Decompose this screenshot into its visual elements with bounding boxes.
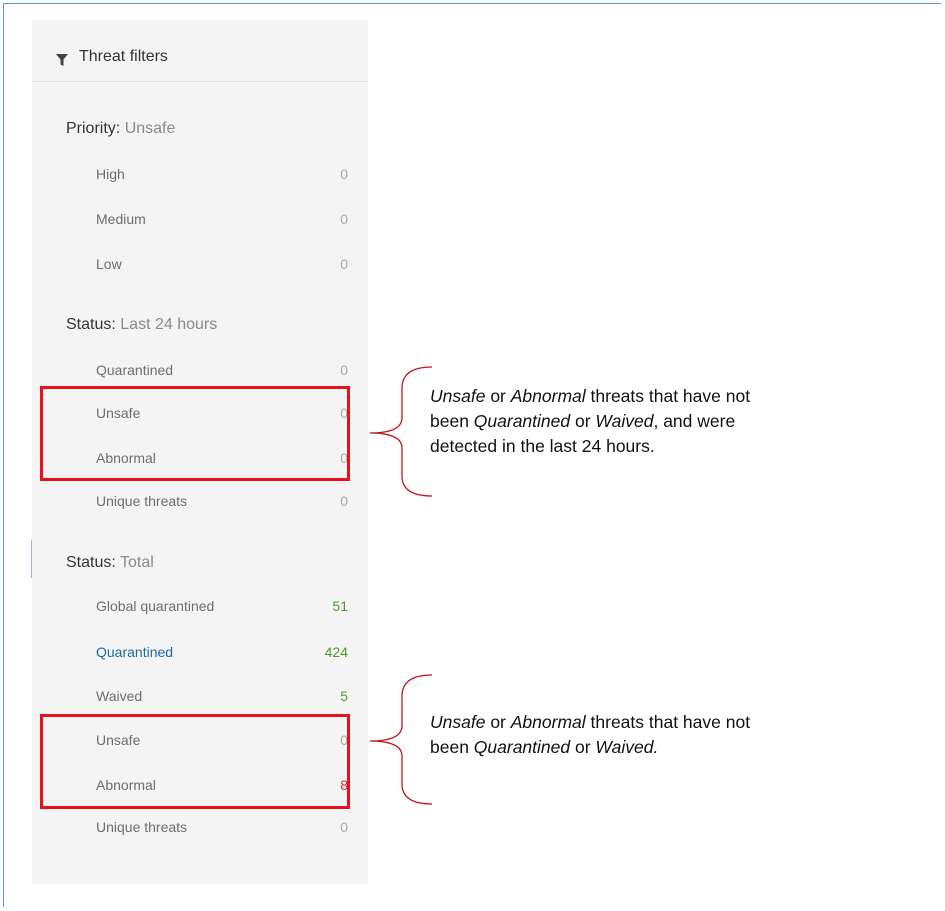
filter-label: Quarantined <box>96 362 174 378</box>
note-text: been <box>430 737 474 757</box>
section-label: Status: <box>66 554 116 571</box>
note-line: detected in the last 24 hours. <box>430 436 655 456</box>
brace-bracket-total <box>369 674 433 805</box>
filter-row-waived[interactable]: Waived 5 <box>66 676 348 716</box>
note-term: Abnormal <box>510 386 586 406</box>
filter-row-high[interactable]: High 0 <box>66 154 348 194</box>
annotation-note-24h: Unsafe or Abnormal threats that have not… <box>430 384 870 459</box>
filter-row-low[interactable]: Low 0 <box>66 244 348 284</box>
section-value: Last 24 hours <box>120 316 218 333</box>
filter-count: 51 <box>332 598 348 614</box>
note-text: threats that have not <box>585 712 751 732</box>
filter-count: 424 <box>324 644 348 660</box>
filter-label: Unique threats <box>96 819 188 835</box>
note-term: Quarantined <box>473 411 571 431</box>
filter-count: 0 <box>340 362 348 378</box>
filter-label: Global quarantined <box>96 598 215 614</box>
filter-count: 5 <box>340 688 348 704</box>
note-text: or <box>485 712 511 732</box>
filter-label: Waived <box>96 688 143 704</box>
note-term: Unsafe <box>430 386 486 406</box>
note-term: Waived <box>595 411 654 431</box>
note-term: Quarantined <box>473 737 571 757</box>
note-line: been Quarantined or Waived, and were <box>430 409 870 434</box>
filter-row-quarantined-total[interactable]: Quarantined 424 <box>66 632 348 672</box>
note-text: threats that have not <box>585 386 751 406</box>
section-value: Total <box>119 554 154 571</box>
section-label: Priority: <box>66 120 121 137</box>
panel-title: Threat filters <box>79 48 168 65</box>
highlight-box-24h <box>40 386 350 481</box>
note-text: or <box>485 386 511 406</box>
note-line: been Quarantined or Waived. <box>430 735 870 760</box>
filter-row-global-quarantined[interactable]: Global quarantined 51 <box>66 586 348 626</box>
filter-row-unique-threats-total[interactable]: Unique threats 0 <box>66 807 348 847</box>
note-term: Waived. <box>595 737 659 757</box>
filter-icon <box>56 54 68 66</box>
panel-edge-marker <box>31 540 32 578</box>
section-value: Unsafe <box>124 120 176 137</box>
filter-count: 0 <box>340 819 348 835</box>
filter-count: 0 <box>340 211 348 227</box>
filter-count: 0 <box>340 256 348 272</box>
brace-bracket-24h <box>369 366 433 497</box>
filter-label: Quarantined <box>96 644 174 660</box>
section-title-priority: Priority: Unsafe <box>66 120 175 138</box>
filter-count: 0 <box>340 493 348 509</box>
note-text: , and were <box>653 411 736 431</box>
filter-label: Medium <box>96 211 146 227</box>
filter-row-medium[interactable]: Medium 0 <box>66 199 348 239</box>
annotation-note-total: Unsafe or Abnormal threats that have not… <box>430 710 870 760</box>
section-label: Status: <box>66 316 116 333</box>
note-line: Unsafe or Abnormal threats that have not <box>430 384 870 409</box>
panel-header[interactable]: Threat filters <box>32 20 368 82</box>
filter-label: Low <box>96 256 122 272</box>
note-term: Unsafe <box>430 712 486 732</box>
filter-label: Unique threats <box>96 493 188 509</box>
note-text: or <box>570 737 596 757</box>
note-term: Abnormal <box>510 712 586 732</box>
highlight-box-total <box>40 714 350 809</box>
note-text: or <box>570 411 596 431</box>
note-text: been <box>430 411 474 431</box>
filter-label: High <box>96 166 125 182</box>
note-line: Unsafe or Abnormal threats that have not <box>430 710 870 735</box>
filter-row-unique-threats-24h[interactable]: Unique threats 0 <box>66 481 348 521</box>
filter-row-quarantined-24h[interactable]: Quarantined 0 <box>66 350 348 390</box>
section-title-status-24h: Status: Last 24 hours <box>66 316 217 334</box>
section-title-status-total: Status: Total <box>66 554 154 572</box>
filter-count: 0 <box>340 166 348 182</box>
